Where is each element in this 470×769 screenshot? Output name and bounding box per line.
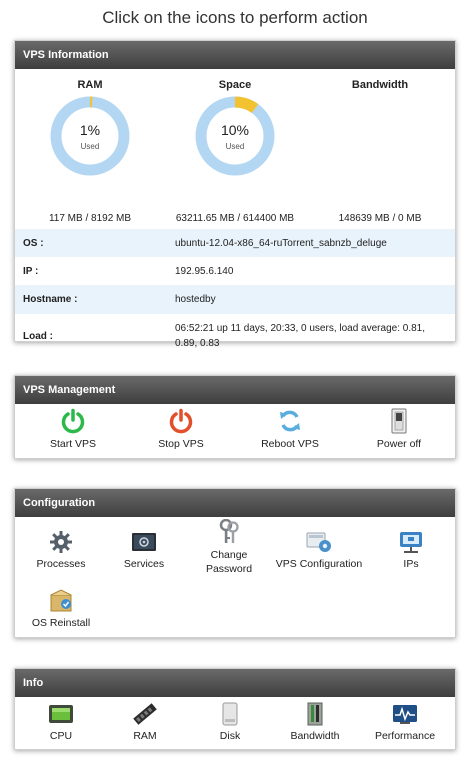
reboot-vps-button[interactable]: Reboot VPS [240, 408, 340, 451]
page-title: Click on the icons to perform action [102, 8, 368, 27]
gauge-title: Space [218, 79, 252, 91]
bandwidth-label: Bandwidth [290, 730, 340, 742]
vps-management-panel: VPS Management Start VPS Stop VPS Reboot… [14, 375, 456, 459]
ram-used-label: Used [80, 142, 100, 151]
os-reinstall-button[interactable]: OS Reinstall [11, 589, 111, 630]
space-used-label: Used [225, 142, 245, 151]
bandwidth-icon [307, 702, 323, 726]
performance-button[interactable]: Performance [355, 702, 455, 743]
usage-gauges: RAM 1% Used 117 MB / 8192 MB Space 10% U… [15, 69, 455, 229]
gear-icon [50, 531, 72, 553]
bandwidth-value: 148639 MB / 0 MB [338, 213, 422, 224]
vps-details-table: OS : ubuntu-12.04-x86_64-ruTorrent_sabnz… [15, 229, 455, 358]
power-on-icon [61, 408, 85, 434]
power-off-button[interactable]: Power off [349, 408, 449, 451]
configuration-panel: Configuration Processes Services Change … [14, 488, 456, 638]
change-password-label: Change Password [205, 549, 253, 575]
reboot-vps-label: Reboot VPS [261, 438, 319, 450]
ram-percent: 1% [79, 122, 101, 138]
table-row: Hostname : hostedby [15, 285, 455, 314]
change-password-button[interactable]: Change Password [179, 519, 279, 576]
space-value: 63211.65 MB / 614400 MB [175, 213, 295, 224]
performance-icon [393, 705, 417, 724]
network-icon [400, 532, 422, 553]
vps-config-icon [306, 532, 331, 552]
gauge-title: RAM [77, 79, 103, 91]
ip-value: 192.95.6.140 [175, 265, 234, 277]
vps-information-header: VPS Information [15, 41, 455, 69]
start-vps-label: Start VPS [49, 438, 97, 450]
vps-management-header: VPS Management [15, 376, 455, 404]
ip-key: IP : [23, 265, 39, 277]
disk-icon [222, 702, 238, 726]
cpu-icon [49, 705, 73, 723]
vps-information-panel: VPS Information RAM 1% Used 117 MB / 819… [14, 40, 456, 349]
power-off-icon [169, 408, 193, 434]
os-value: ubuntu-12.04-x86_64-ruTorrent_sabnzb_del… [167, 229, 455, 257]
vps-configuration-label: VPS Configuration [275, 558, 363, 570]
stop-vps-button[interactable]: Stop VPS [131, 408, 231, 451]
ips-button[interactable]: IPs [361, 530, 461, 571]
ram-usage-ring: 1% Used [49, 95, 131, 177]
performance-label: Performance [374, 730, 436, 742]
ram-icon [133, 703, 157, 725]
os-reinstall-icon [50, 589, 72, 612]
info-panel: Info CPU RAM Disk Bandwidth Performance [14, 668, 456, 750]
space-usage-ring: 10% Used [194, 95, 276, 177]
ram-value: 117 MB / 8192 MB [48, 213, 132, 224]
table-row: Load : 06:52:21 up 11 days, 20:33, 0 use… [15, 314, 455, 358]
info-header: Info [15, 669, 455, 697]
services-icon [132, 533, 156, 551]
stop-vps-label: Stop VPS [158, 438, 204, 450]
space-percent: 10% [220, 122, 250, 138]
hostname-value: hostedby [167, 285, 455, 314]
power-off-label: Power off [376, 438, 422, 450]
switch-icon [391, 408, 407, 434]
ips-label: IPs [403, 558, 419, 570]
os-key: OS : [15, 229, 167, 257]
table-row: IP : 192.95.6.140 [15, 257, 455, 285]
table-row: OS : ubuntu-12.04-x86_64-ruTorrent_sabnz… [15, 229, 455, 257]
gauge-title: Bandwidth [351, 79, 409, 91]
vps-configuration-button[interactable]: VPS Configuration [269, 530, 369, 571]
space-gauge: Space 10% Used [160, 69, 310, 177]
bandwidth-button[interactable]: Bandwidth [265, 702, 365, 743]
os-reinstall-label: OS Reinstall [31, 617, 91, 629]
load-key: Load : [23, 330, 53, 342]
hostname-key: Hostname : [15, 285, 167, 314]
ram-gauge: RAM 1% Used [15, 69, 165, 177]
reboot-icon [280, 410, 300, 432]
load-value: 06:52:21 up 11 days, 20:33, 0 users, loa… [175, 323, 425, 349]
bandwidth-gauge: Bandwidth [305, 69, 455, 93]
keys-icon [219, 519, 239, 543]
configuration-header: Configuration [15, 489, 455, 517]
start-vps-button[interactable]: Start VPS [23, 408, 123, 451]
